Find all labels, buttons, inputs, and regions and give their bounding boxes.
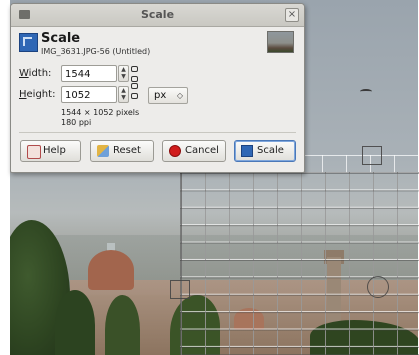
chevron-updown-icon: ◇ [176, 91, 183, 100]
height-spinner-arrows-icon[interactable]: ▲ ▼ [118, 86, 129, 103]
grid-overlay-top [298, 155, 419, 173]
height-input[interactable]: 1052 [61, 86, 117, 103]
transform-handle-top[interactable] [362, 146, 382, 165]
unit-select[interactable]: px ◇ [148, 87, 188, 104]
cathedral-dome [88, 250, 134, 290]
reset-button[interactable]: Reset [90, 140, 154, 162]
resolution-info: 180 ppi [61, 118, 92, 127]
scale-icon [241, 145, 253, 157]
width-spinner-arrows-icon[interactable]: ▲ ▼ [118, 65, 129, 82]
chain-link-icon[interactable] [131, 66, 138, 102]
scale-label: Scale [257, 145, 284, 156]
scale-button[interactable]: Scale [234, 140, 296, 162]
help-label: Help [43, 145, 66, 156]
height-label: Height: [19, 89, 56, 100]
divider [19, 132, 296, 133]
reset-label: Reset [113, 145, 141, 156]
center-crosshair-icon[interactable] [367, 276, 389, 298]
reset-icon [97, 145, 109, 157]
help-button[interactable]: Help [20, 140, 81, 162]
cancel-button[interactable]: Cancel [162, 140, 226, 162]
image-thumbnail [267, 31, 294, 53]
help-icon [27, 145, 41, 159]
tree-left-small [55, 290, 95, 355]
width-label: Width: [19, 68, 52, 79]
window-title: Scale [140, 8, 175, 21]
image-name: IMG_3631.JPG-56 (Untitled) [41, 47, 151, 56]
unit-value: px [154, 90, 167, 101]
dialog-header: Scale IMG_3631.JPG-56 (Untitled) [19, 31, 298, 61]
dialog-titlebar[interactable]: Scale × [11, 4, 304, 27]
bird [360, 89, 372, 94]
pixel-size-info: 1544 × 1052 pixels [61, 108, 140, 117]
scale-dialog: Scale × Scale IMG_3631.JPG-56 (Untitled)… [10, 3, 305, 173]
width-input[interactable]: 1544 [61, 65, 117, 82]
cancel-icon [169, 145, 181, 157]
close-button[interactable]: × [285, 8, 299, 22]
cancel-label: Cancel [185, 145, 219, 156]
dialog-heading: Scale [41, 31, 81, 46]
scale-icon [19, 33, 38, 52]
transform-handle-left[interactable] [170, 280, 190, 299]
grid-overlay-shadow [180, 172, 419, 355]
